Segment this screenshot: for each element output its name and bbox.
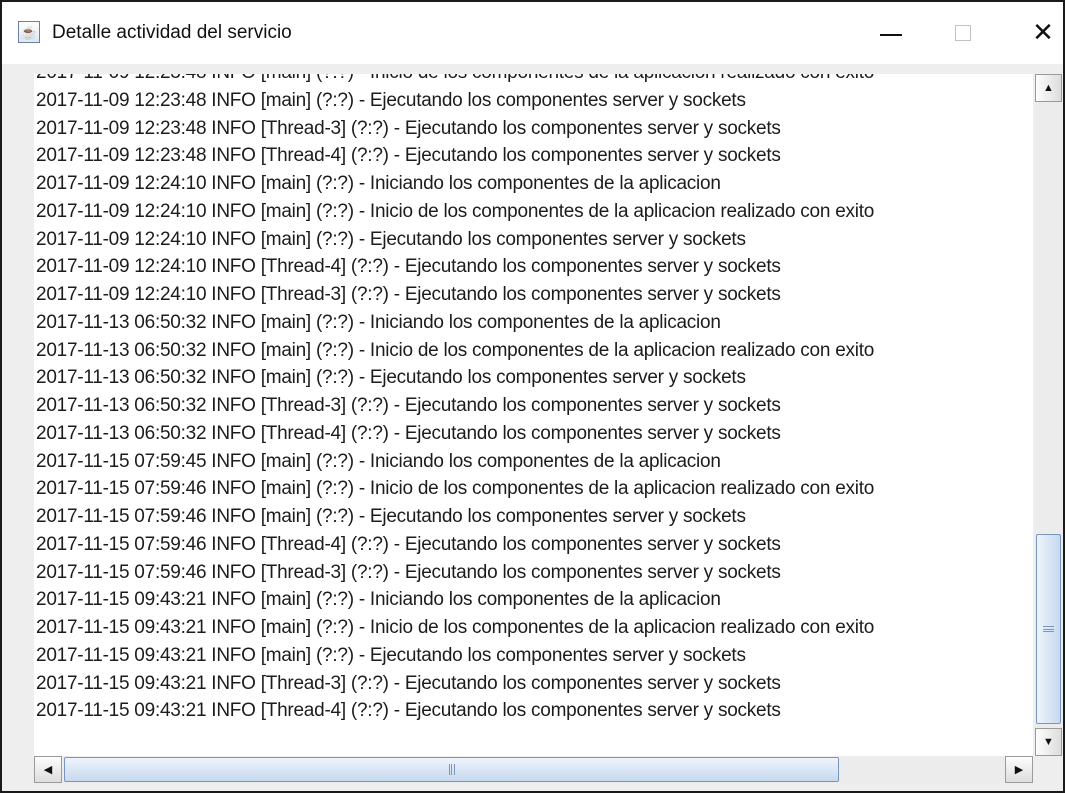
close-button[interactable]: ✕ xyxy=(1021,12,1063,54)
title-bar[interactable]: ☕ Detalle actividad del servicio ✕ xyxy=(2,2,1063,64)
arrow-left-icon: ◀ xyxy=(43,764,53,776)
log-line: 2017-11-15 09:43:21 INFO [main] (?:?) - … xyxy=(36,644,746,666)
log-line: 2017-11-15 07:59:46 INFO [main] (?:?) - … xyxy=(36,478,875,500)
log-line: 2017-11-09 12:24:10 INFO [Thread-3] (?:?… xyxy=(36,284,781,305)
log-line: 2017-11-13 06:50:32 INFO [main] (?:?) - … xyxy=(36,339,875,361)
log-line: 2017-11-15 09:43:21 INFO [main] (?:?) - … xyxy=(36,617,875,638)
log-line: 2017-11-13 06:50:32 INFO [Thread-4] (?:?… xyxy=(36,422,781,444)
log-line: 2017-11-09 12:24:10 INFO [Thread-4] (?:?… xyxy=(36,256,781,278)
log-line: 2017-11-09 12:24:10 INFO [main] (?:?) - … xyxy=(36,228,746,250)
log-list: 2017-11-09 12:23:48 INFO [main] (?:?) - … xyxy=(36,74,874,725)
close-icon: ✕ xyxy=(1032,18,1054,48)
minimize-icon xyxy=(880,33,902,36)
window-title: Detalle actividad del servicio xyxy=(52,22,292,43)
log-line: 2017-11-15 07:59:46 INFO [main] (?:?) - … xyxy=(36,506,746,527)
log-line: 2017-11-15 07:59:46 INFO [Thread-4] (?:?… xyxy=(36,533,781,555)
log-line: 2017-11-09 12:23:48 INFO [main] (?:?) - … xyxy=(36,89,746,111)
arrow-down-icon: ▼ xyxy=(1043,736,1054,748)
scroll-down-button[interactable]: ▼ xyxy=(1035,728,1062,756)
vertical-scrollbar[interactable]: ▲ ▼ xyxy=(1035,74,1062,756)
grip-icon xyxy=(1043,626,1054,632)
java-cup-icon: ☕ xyxy=(18,21,40,43)
log-line: 2017-11-09 12:23:48 INFO [Thread-3] (?:?… xyxy=(36,117,781,139)
maximize-icon xyxy=(955,25,971,41)
log-line: 2017-11-13 06:50:32 INFO [Thread-3] (?:?… xyxy=(36,395,781,416)
horizontal-scrollbar[interactable]: ◀ ▶ xyxy=(34,756,1033,783)
maximize-button[interactable] xyxy=(941,12,985,54)
scroll-left-button[interactable]: ◀ xyxy=(34,756,62,783)
log-line: 2017-11-15 07:59:45 INFO [main] (?:?) - … xyxy=(36,450,721,472)
scroll-right-button[interactable]: ▶ xyxy=(1005,756,1033,783)
grip-icon xyxy=(448,764,455,775)
log-line: 2017-11-15 09:43:21 INFO [main] (?:?) - … xyxy=(36,589,721,611)
log-line: 2017-11-13 06:50:32 INFO [main] (?:?) - … xyxy=(36,311,721,333)
log-line: 2017-11-09 12:23:48 INFO [main] (?:?) - … xyxy=(36,74,874,87)
log-window: ☕ Detalle actividad del servicio ✕ 2017-… xyxy=(0,0,1065,793)
log-line: 2017-11-15 09:43:21 INFO [Thread-3] (?:?… xyxy=(36,672,781,694)
log-text-area[interactable]: 2017-11-09 12:23:48 INFO [main] (?:?) - … xyxy=(34,74,1033,756)
minimize-button[interactable] xyxy=(869,12,913,54)
arrow-up-icon: ▲ xyxy=(1043,82,1054,94)
scrollbar-corner xyxy=(1035,756,1062,783)
scroll-up-button[interactable]: ▲ xyxy=(1035,74,1062,102)
vertical-scroll-thumb[interactable] xyxy=(1036,534,1061,724)
log-line: 2017-11-09 12:24:10 INFO [main] (?:?) - … xyxy=(36,173,721,194)
log-line: 2017-11-09 12:24:10 INFO [main] (?:?) - … xyxy=(36,200,875,222)
log-line: 2017-11-13 06:50:32 INFO [main] (?:?) - … xyxy=(36,367,746,389)
log-line: 2017-11-15 09:43:21 INFO [Thread-4] (?:?… xyxy=(36,700,781,722)
arrow-right-icon: ▶ xyxy=(1014,764,1024,776)
log-line: 2017-11-09 12:23:48 INFO [Thread-4] (?:?… xyxy=(36,145,781,167)
log-line: 2017-11-15 07:59:46 INFO [Thread-3] (?:?… xyxy=(36,561,781,583)
horizontal-scroll-thumb[interactable] xyxy=(64,757,839,782)
